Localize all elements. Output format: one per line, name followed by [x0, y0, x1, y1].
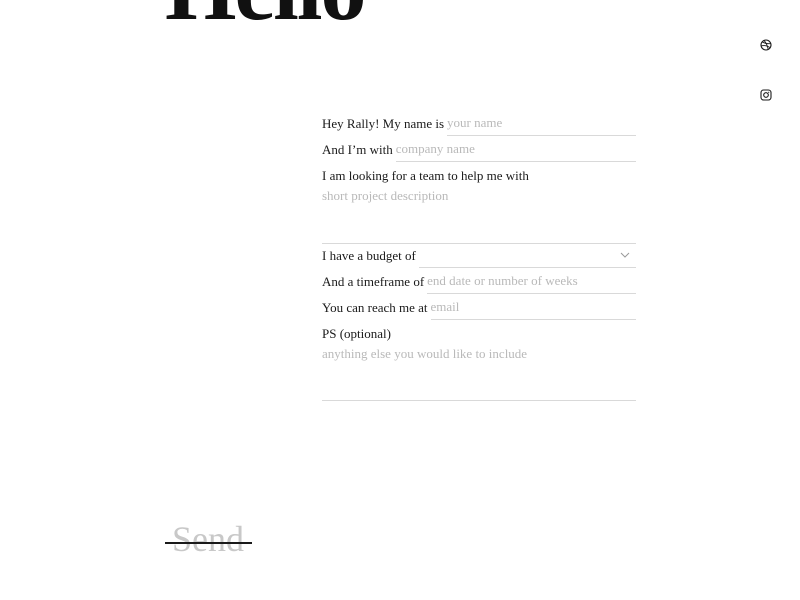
contact-page: Hello Hey Rally! My name is And I’m [0, 0, 800, 600]
budget-row: I have a budget of [322, 244, 636, 268]
name-label: Hey Rally! My name is [322, 116, 445, 131]
timeframe-input[interactable] [427, 272, 636, 294]
send-button[interactable]: Send [165, 518, 253, 558]
instagram-icon [760, 89, 772, 101]
project-label: I am looking for a team to help me with [322, 168, 529, 183]
project-description-textarea[interactable] [322, 186, 636, 244]
email-row: You can reach me at [322, 294, 636, 320]
name-input[interactable] [447, 114, 636, 136]
dribbble-icon [760, 39, 772, 51]
chevron-down-icon [620, 252, 630, 258]
ps-label: PS (optional) [322, 326, 391, 341]
company-input[interactable] [395, 140, 636, 162]
contact-form: Hey Rally! My name is And I’m with I am … [322, 110, 636, 401]
company-row: And I’m with [322, 136, 636, 162]
timeframe-row: And a timeframe of [322, 268, 636, 294]
name-row: Hey Rally! My name is [322, 110, 636, 136]
budget-label: I have a budget of [322, 248, 416, 263]
ps-textarea[interactable] [322, 344, 636, 401]
budget-select[interactable] [418, 246, 636, 268]
instagram-link[interactable] [759, 88, 773, 102]
send-underline [165, 542, 252, 544]
send-label: Send [172, 519, 244, 559]
page-title: Hello [165, 0, 367, 34]
dribbble-link[interactable] [759, 38, 773, 52]
timeframe-label: And a timeframe of [322, 274, 425, 289]
email-label: You can reach me at [322, 300, 428, 315]
email-input[interactable] [430, 298, 636, 320]
company-label: And I’m with [322, 142, 393, 157]
